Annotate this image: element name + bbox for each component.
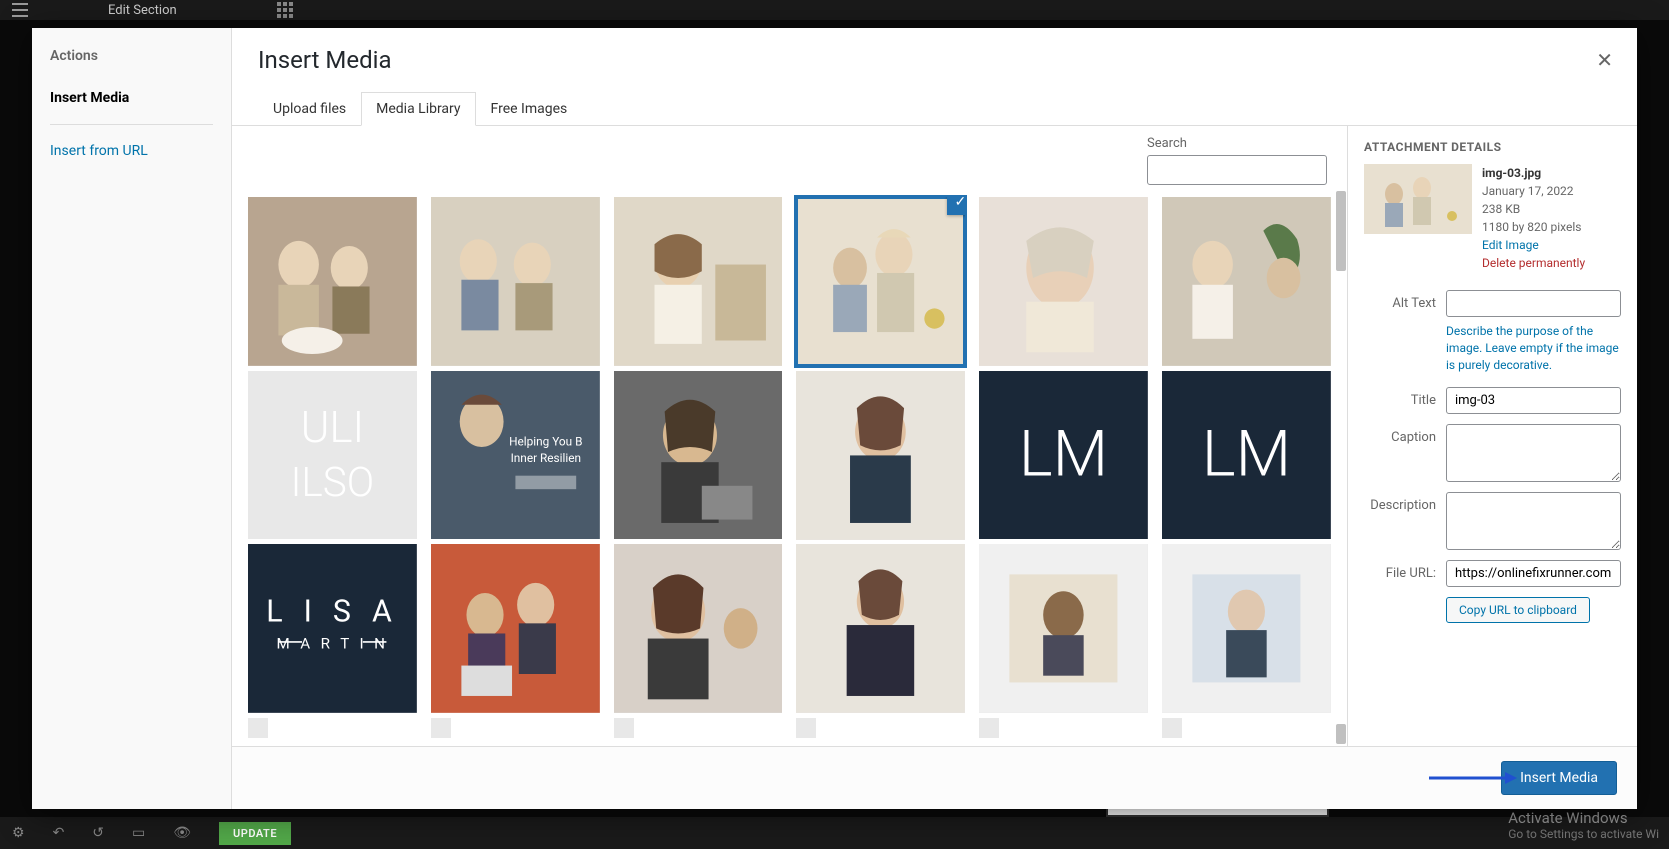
media-thumbnail[interactable]: [796, 371, 965, 540]
modal-sidebar: Actions Insert Media Insert from URL: [32, 28, 232, 809]
undo-icon[interactable]: ↶: [53, 825, 65, 841]
media-thumbnail[interactable]: [614, 718, 634, 738]
media-thumbnail[interactable]: [979, 197, 1148, 366]
activate-windows-watermark: Activate Windows Go to Settings to activ…: [1508, 809, 1659, 841]
svg-text:Inner Resilien: Inner Resilien: [510, 451, 580, 465]
details-size: 238 KB: [1482, 200, 1585, 218]
caption-label: Caption: [1364, 424, 1436, 445]
media-thumbnail[interactable]: [431, 197, 600, 366]
media-thumbnail-selected[interactable]: ✓: [796, 197, 965, 366]
svg-text:Helping You B: Helping You B: [509, 434, 582, 448]
modal-title: Insert Media: [258, 46, 1611, 74]
media-thumbnail[interactable]: ULI ILSO: [248, 371, 417, 540]
details-heading: ATTACHMENT DETAILS: [1364, 140, 1621, 154]
caption-input[interactable]: [1446, 424, 1621, 482]
search-input[interactable]: [1147, 155, 1327, 185]
responsive-icon[interactable]: ▭: [132, 825, 145, 841]
media-thumbnail[interactable]: [614, 371, 783, 540]
elementor-bottombar: ⚙ ↶ ↺ ▭ 👁 UPDATE: [0, 817, 1669, 849]
details-thumbnail: [1364, 164, 1472, 234]
media-grid: ✓ ULI ILSO Helping You B Inner Resilien LM…: [232, 189, 1347, 746]
media-thumbnail[interactable]: [248, 718, 268, 738]
svg-text:ILSO: ILSO: [291, 458, 375, 506]
history-icon[interactable]: ↺: [92, 825, 104, 841]
svg-text:ULI: ULI: [301, 401, 365, 453]
media-thumbnail[interactable]: [1162, 718, 1182, 738]
media-tabs: Upload files Media Library Free Images: [232, 92, 1637, 126]
close-icon[interactable]: ✕: [1596, 48, 1613, 72]
alt-text-hint: Describe the purpose of the image. Leave…: [1446, 323, 1621, 373]
media-thumbnail[interactable]: [431, 718, 451, 738]
media-thumbnail[interactable]: LM: [1162, 371, 1331, 540]
title-input[interactable]: [1446, 387, 1621, 414]
elementor-topbar: Edit Section: [0, 0, 1669, 20]
search-label: Search: [1147, 136, 1327, 151]
svg-text:L I S A: L I S A: [266, 595, 398, 630]
eye-icon[interactable]: 👁: [173, 825, 191, 841]
attachment-details-panel: ATTACHMENT DETAILS img-03.jpg January 17…: [1347, 126, 1637, 746]
media-thumbnail[interactable]: LM: [979, 371, 1148, 540]
fileurl-label: File URL:: [1364, 560, 1436, 581]
details-dims: 1180 by 820 pixels: [1482, 218, 1585, 236]
tab-media-library[interactable]: Media Library: [361, 92, 475, 126]
media-thumbnail[interactable]: [796, 718, 816, 738]
media-thumbnail[interactable]: [614, 197, 783, 366]
tab-free-images[interactable]: Free Images: [476, 92, 583, 125]
media-thumbnail[interactable]: [979, 718, 999, 738]
media-thumbnail[interactable]: [979, 544, 1148, 713]
sidebar-heading: Actions: [50, 48, 213, 64]
media-thumbnail[interactable]: Helping You B Inner Resilien: [431, 371, 600, 540]
scrollbar[interactable]: [1335, 189, 1347, 746]
media-thumbnail[interactable]: [614, 544, 783, 713]
edit-image-link[interactable]: Edit Image: [1482, 236, 1585, 254]
description-input[interactable]: [1446, 492, 1621, 550]
delete-permanently-link[interactable]: Delete permanently: [1482, 254, 1585, 272]
hamburger-icon[interactable]: [12, 3, 28, 17]
media-thumbnail[interactable]: [1162, 197, 1331, 366]
description-label: Description: [1364, 492, 1436, 513]
media-thumbnail[interactable]: L I S A M A R T I N: [248, 544, 417, 713]
update-button[interactable]: UPDATE: [219, 822, 291, 845]
sidebar-item-insert-media[interactable]: Insert Media: [50, 82, 213, 114]
details-filename: img-03.jpg: [1482, 164, 1585, 182]
main-panel: Insert Media Upload files Media Library …: [232, 28, 1637, 809]
insert-media-button[interactable]: Insert Media: [1501, 761, 1617, 795]
svg-text:M A R T I N: M A R T I N: [276, 635, 388, 653]
media-thumbnail[interactable]: [431, 544, 600, 713]
gear-icon[interactable]: ⚙: [12, 825, 25, 841]
checkmark-icon: ✓: [947, 197, 965, 215]
copy-url-button[interactable]: Copy URL to clipboard: [1446, 597, 1590, 623]
edit-section-label: Edit Section: [108, 3, 177, 18]
media-thumbnail[interactable]: [796, 544, 965, 713]
sidebar-link-insert-url[interactable]: Insert from URL: [50, 135, 213, 167]
insert-media-modal: ✕ Actions Insert Media Insert from URL I…: [32, 28, 1637, 809]
media-thumbnail[interactable]: [1162, 544, 1331, 713]
alt-text-input[interactable]: [1446, 290, 1621, 317]
fileurl-input[interactable]: [1446, 560, 1621, 587]
alt-text-label: Alt Text: [1364, 290, 1436, 311]
title-label: Title: [1364, 387, 1436, 408]
annotation-arrow-icon: [1427, 768, 1517, 788]
details-date: January 17, 2022: [1482, 182, 1585, 200]
svg-text:LM: LM: [1202, 415, 1291, 491]
media-thumbnail[interactable]: [248, 197, 417, 366]
svg-text:LM: LM: [1019, 415, 1108, 491]
tab-upload-files[interactable]: Upload files: [258, 92, 361, 125]
grid-icon[interactable]: [277, 2, 293, 18]
modal-footer: Insert Media: [232, 746, 1637, 809]
